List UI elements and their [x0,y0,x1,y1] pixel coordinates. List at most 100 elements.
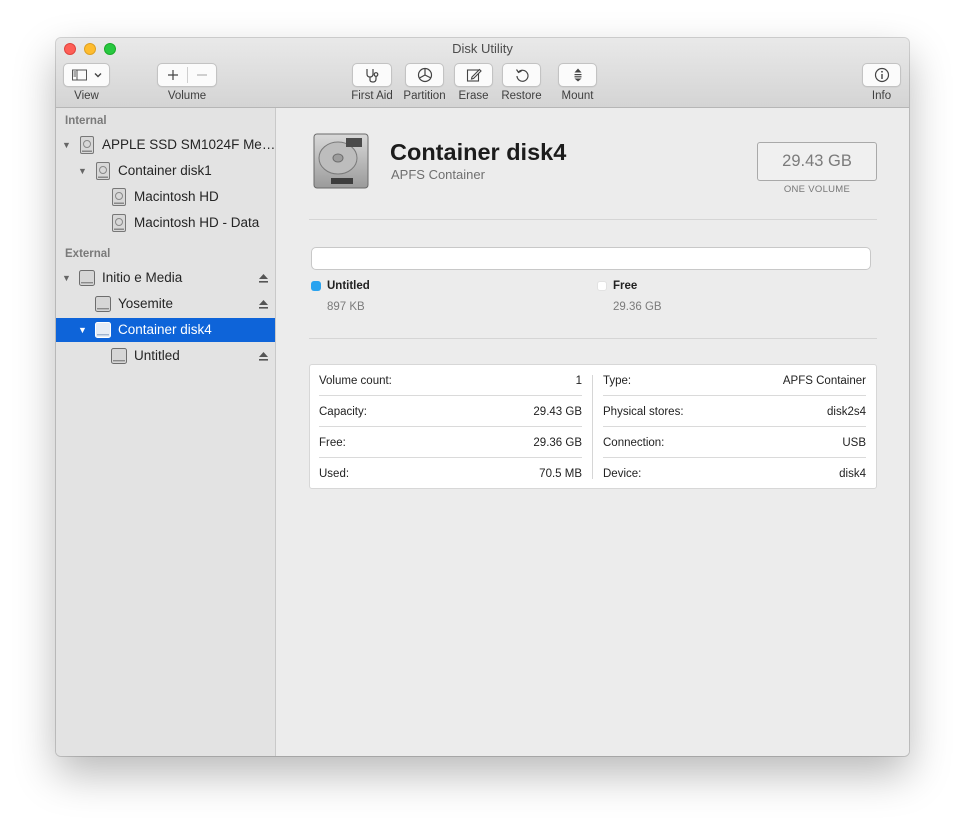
sidebar-section-internal: Internal [65,115,107,127]
info-key: Capacity: [319,406,367,418]
legend-free-value: 29.36 GB [613,301,662,313]
external-disk-icon [110,347,128,365]
info-column-right: Type: APFS Container Physical stores: di… [603,365,866,488]
eject-icon[interactable] [258,349,269,367]
toolbar: Disk Utility View Volume First Aid Parti… [56,38,909,108]
info-row-free: Free: 29.36 GB [319,427,582,458]
pie-partition-icon [417,67,433,83]
internal-disk-icon [78,136,96,154]
sidebar-item-label: Untitled [134,348,180,363]
restore-label: Restore [501,90,542,102]
info-column-left: Volume count: 1 Capacity: 29.43 GB Free:… [319,365,582,488]
remove-volume-button[interactable] [187,69,216,81]
info-table: Volume count: 1 Capacity: 29.43 GB Free:… [309,364,877,489]
view-label: View [74,90,99,102]
divider [309,219,877,220]
volume-label: Volume [167,90,207,102]
legend-swatch-used [311,281,321,291]
info-row-connection: Connection: USB [603,427,866,458]
disclosure-triangle-icon[interactable]: ▼ [78,325,87,335]
sidebar: Internal ▼ APPLE SSD SM1024F Me… ▼ Conta… [56,108,276,756]
info-key: Physical stores: [603,406,684,418]
chevron-down-icon [93,70,103,80]
volume-segmented-control [157,63,217,87]
info-key: Used: [319,468,350,480]
erase-button[interactable] [454,63,493,87]
sidebar-item-apple-ssd[interactable]: ▼ APPLE SSD SM1024F Me… [56,133,275,157]
info-value: 29.43 GB [533,406,582,418]
erase-pencil-icon [466,67,482,83]
info-key: Free: [319,437,346,449]
sidebar-item-macintosh-hd[interactable]: Macintosh HD [56,185,275,209]
capacity-box: 29.43 GB [757,142,877,181]
erase-label: Erase [458,90,489,102]
sidebar-item-label: Yosemite [118,296,174,311]
info-row-type: Type: APFS Container [603,365,866,396]
info-key: Volume count: [319,375,392,387]
partition-button[interactable] [405,63,444,87]
info-label: Info [871,90,892,102]
sidebar-item-label: Container disk1 [118,163,212,178]
info-button[interactable] [862,63,901,87]
sidebar-item-label: Initio e Media [102,270,183,285]
info-key: Connection: [603,437,665,449]
info-value: USB [842,437,866,449]
sidebar-section-external: External [65,248,111,260]
restore-button[interactable] [502,63,541,87]
info-row-capacity: Capacity: 29.43 GB [319,396,582,427]
window-title: Disk Utility [452,41,513,56]
info-value: disk4 [839,468,866,480]
first-aid-button[interactable] [352,63,392,87]
internal-disk-icon [94,162,112,180]
sidebar-item-label: Container disk4 [118,322,212,337]
info-value: 1 [575,375,582,387]
info-icon [874,67,890,83]
sidebar-item-label: Macintosh HD [134,189,219,204]
disclosure-triangle-icon[interactable]: ▼ [78,166,87,176]
info-key: Type: [603,375,632,387]
sidebar-item-initio-e-media[interactable]: ▼ Initio e Media [56,266,275,290]
internal-disk-icon [110,214,128,232]
sidebar-item-untitled[interactable]: Untitled [56,344,275,368]
info-row-physical-stores: Physical stores: disk2s4 [603,396,866,427]
disclosure-triangle-icon[interactable]: ▼ [62,273,71,283]
internal-disk-icon [110,188,128,206]
info-value: 29.36 GB [533,437,582,449]
info-row-volume-count: Volume count: 1 [319,365,582,396]
disclosure-triangle-icon[interactable]: ▼ [62,140,71,150]
sidebar-item-container-disk4[interactable]: ▼ Container disk4 [56,318,275,342]
eject-icon[interactable] [258,297,269,315]
stethoscope-icon [363,67,381,83]
legend-free-name: Free [613,280,638,292]
sidebar-item-container-disk1[interactable]: ▼ Container disk1 [56,159,275,183]
restore-arrow-icon [514,67,530,83]
mount-label: Mount [561,90,594,102]
legend-used-name: Untitled [327,280,370,292]
info-value: APFS Container [782,375,866,387]
info-row-used: Used: 70.5 MB [319,458,582,489]
external-disk-icon [78,269,96,287]
view-button[interactable] [63,63,110,87]
plus-icon [167,69,179,81]
eject-icon[interactable] [258,271,269,289]
column-divider [592,375,593,479]
mount-icon [570,67,586,83]
partition-label: Partition [403,90,446,102]
sidebar-item-yosemite[interactable]: Yosemite [56,292,275,316]
disk-type: APFS Container [391,167,485,182]
legend-swatch-free [597,281,607,291]
add-volume-button[interactable] [158,69,187,81]
info-value: disk2s4 [827,406,866,418]
first-aid-label: First Aid [351,90,393,102]
mount-button[interactable] [558,63,597,87]
external-disk-icon [94,321,112,339]
segment-divider [187,67,188,83]
info-row-device: Device: disk4 [603,458,866,489]
disk-utility-window: Disk Utility View Volume First Aid Parti… [56,38,909,756]
volume-count-caption: ONE VOLUME [783,184,851,195]
minus-icon [196,69,208,81]
info-value: 70.5 MB [539,468,582,480]
detail-pane: Container disk4 APFS Container 29.43 GB … [277,108,909,756]
disk-name: Container disk4 [390,139,567,165]
sidebar-item-macintosh-hd-data[interactable]: Macintosh HD - Data [56,211,275,235]
